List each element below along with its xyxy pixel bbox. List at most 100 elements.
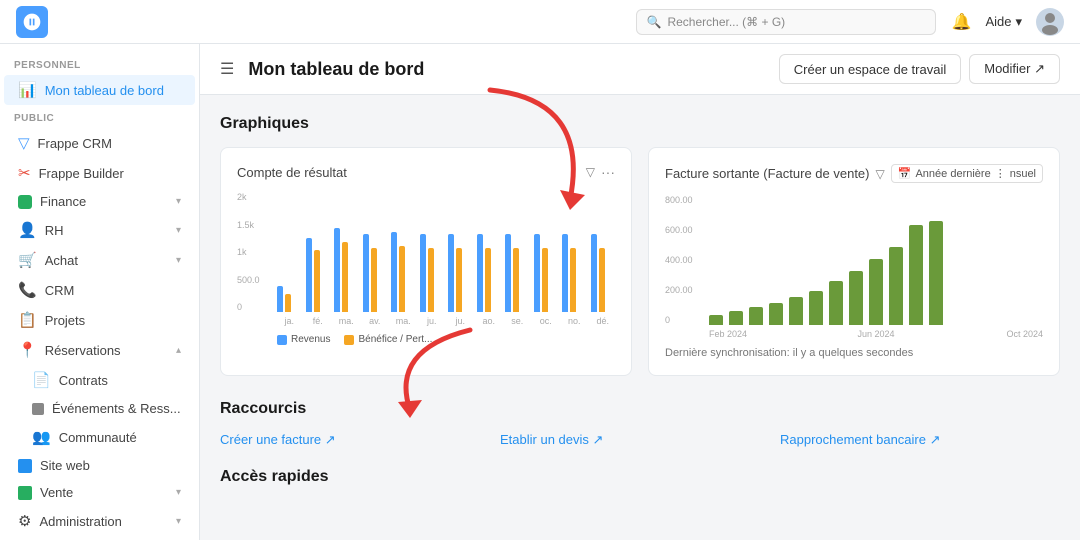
bar-blue	[448, 234, 454, 312]
chevron-down-icon: ▾	[1015, 14, 1022, 30]
chevron-up-icon: ▴	[176, 345, 181, 356]
bar-orange	[399, 246, 405, 312]
bar-orange	[285, 294, 291, 312]
subheader-actions: Créer un espace de travail Modifier ↗	[779, 54, 1060, 84]
bar-group	[363, 234, 388, 312]
sidebar-item-mon-tableau[interactable]: 📊 Mon tableau de bord	[4, 75, 195, 105]
bar-green	[909, 225, 923, 325]
y-axis: 2k 1.5k 1k 500.0 0	[237, 192, 260, 312]
period2-label: nsuel	[1010, 168, 1036, 180]
sidebar-item-label: Frappe Builder	[39, 166, 124, 181]
sidebar-item-site-web[interactable]: Site web	[4, 452, 195, 479]
sidebar-item-crm[interactable]: 📞 CRM	[4, 275, 195, 305]
evenements-icon	[32, 403, 44, 415]
search-icon: 🔍	[647, 15, 662, 29]
sidebar-item-evenements[interactable]: Événements & Ress...	[4, 395, 195, 422]
achat-icon: 🛒	[18, 251, 37, 269]
sidebar-item-projets[interactable]: 📋 Projets	[4, 305, 195, 335]
bar-green	[749, 307, 763, 325]
subheader: ☰ Mon tableau de bord Créer un espace de…	[200, 44, 1080, 95]
shortcut-rapprochement[interactable]: Rapprochement bancaire ↗	[780, 432, 1060, 448]
sidebar-item-label: Finance	[40, 194, 86, 209]
sidebar-item-rh[interactable]: 👤 RH ▾	[4, 215, 195, 245]
sidebar-item-label: Achat	[45, 253, 78, 268]
raccourcis-title: Raccourcis	[220, 400, 1060, 418]
period-selector[interactable]: 📅 Année dernière ⋮ nsuel	[891, 164, 1043, 183]
dashboard-icon: 📊	[18, 81, 37, 99]
help-label: Aide	[985, 14, 1011, 29]
bar-orange	[314, 250, 320, 312]
legend-label: Revenus	[291, 334, 330, 345]
sidebar-item-achat[interactable]: 🛒 Achat ▾	[4, 245, 195, 275]
page-content: Graphiques Compte de résultat ▽ ··· 2k	[200, 95, 1080, 506]
bar-blue	[363, 234, 369, 312]
bar-group	[562, 234, 587, 312]
sidebar-item-frappe-builder[interactable]: ✂ Frappe Builder	[4, 158, 195, 188]
sidebar-item-administration[interactable]: ⚙ Administration ▾	[4, 506, 195, 536]
bar-group	[591, 234, 616, 312]
sidebar-item-label: Réservations	[45, 343, 121, 358]
more-options-icon[interactable]: ···	[601, 164, 615, 180]
chart-header: Facture sortante (Facture de vente) ▽ 📅 …	[665, 164, 1043, 183]
sidebar-item-vente[interactable]: Vente ▾	[4, 479, 195, 506]
shortcut-creer-facture[interactable]: Créer une facture ↗	[220, 432, 500, 448]
chart-controls: ▽ ···	[586, 164, 615, 180]
charts-row: Compte de résultat ▽ ··· 2k 1.5k 1k 500.…	[220, 147, 1060, 376]
shortcut-label: Etablir un devis ↗	[500, 432, 603, 448]
notification-bell-icon[interactable]: 🔔	[952, 12, 972, 32]
acces-rapides-title: Accès rapides	[220, 468, 1060, 486]
legend-benefice: Bénéfice / Pert...	[344, 334, 432, 345]
bar-green	[769, 303, 783, 325]
reservations-icon: 📍	[18, 341, 37, 359]
bar-orange	[513, 248, 519, 312]
bar-group	[277, 286, 302, 312]
chart-controls: ▽ 📅 Année dernière ⋮ nsuel	[876, 164, 1043, 183]
bar-blue	[420, 234, 426, 312]
filter-icon[interactable]: ▽	[586, 165, 595, 179]
bar-chart-right-wrap: 800.00 600.00 400.00 200.00 0	[665, 195, 1043, 339]
bar-blue	[505, 234, 511, 312]
app-logo[interactable]	[16, 6, 48, 38]
sidebar-item-frappe-crm[interactable]: ▽ Frappe CRM	[4, 128, 195, 158]
page-title: Mon tableau de bord	[248, 59, 768, 80]
shortcut-etablir-devis[interactable]: Etablir un devis ↗	[500, 432, 780, 448]
sidebar-item-label: Communauté	[59, 430, 137, 445]
chevron-down-icon: ▾	[176, 255, 181, 266]
bar-group	[448, 234, 473, 312]
sidebar-item-contrats[interactable]: 📄 Contrats	[4, 365, 195, 395]
filter-icon[interactable]: ▽	[876, 167, 885, 181]
chart-title: Compte de résultat	[237, 165, 586, 180]
help-menu[interactable]: Aide ▾	[985, 14, 1022, 30]
sidebar-item-reservations[interactable]: 📍 Réservations ▴	[4, 335, 195, 365]
bar-blue	[477, 234, 483, 312]
chart-title: Facture sortante (Facture de vente)	[665, 166, 876, 181]
sidebar-item-label: RH	[45, 223, 64, 238]
bar-group	[477, 234, 502, 312]
administration-icon: ⚙	[18, 512, 31, 530]
bar-chart-area	[237, 192, 615, 312]
avatar[interactable]	[1036, 8, 1064, 36]
projets-icon: 📋	[18, 311, 37, 329]
creer-espace-button[interactable]: Créer un espace de travail	[779, 54, 961, 84]
finance-icon	[18, 195, 32, 209]
shortcuts-row: Créer une facture ↗ Etablir un devis ↗ R…	[220, 432, 1060, 448]
topnav: 🔍 Rechercher... (⌘ + G) 🔔 Aide ▾	[0, 0, 1080, 44]
bar-orange	[599, 248, 605, 312]
modifier-button[interactable]: Modifier ↗	[969, 54, 1060, 84]
bar-blue	[277, 286, 283, 312]
bar-group	[391, 232, 416, 312]
bar-chart-right	[665, 195, 1043, 325]
bar-green	[829, 281, 843, 325]
sidebar-item-communaute[interactable]: 👥 Communauté	[4, 422, 195, 452]
main-layout: PERSONNEL 📊 Mon tableau de bord PUBLIC ▽…	[0, 44, 1080, 540]
sidebar-item-finance[interactable]: Finance ▾	[4, 188, 195, 215]
bar-orange	[485, 248, 491, 312]
bar-green	[929, 221, 943, 325]
sidebar-item-label: CRM	[45, 283, 75, 298]
hamburger-menu-icon[interactable]: ☰	[220, 59, 234, 79]
legend-dot-orange	[344, 335, 354, 345]
bar-green	[869, 259, 883, 325]
filter-icon: ▽	[18, 134, 30, 152]
site-web-icon	[18, 459, 32, 473]
search-input[interactable]: 🔍 Rechercher... (⌘ + G)	[636, 9, 936, 35]
